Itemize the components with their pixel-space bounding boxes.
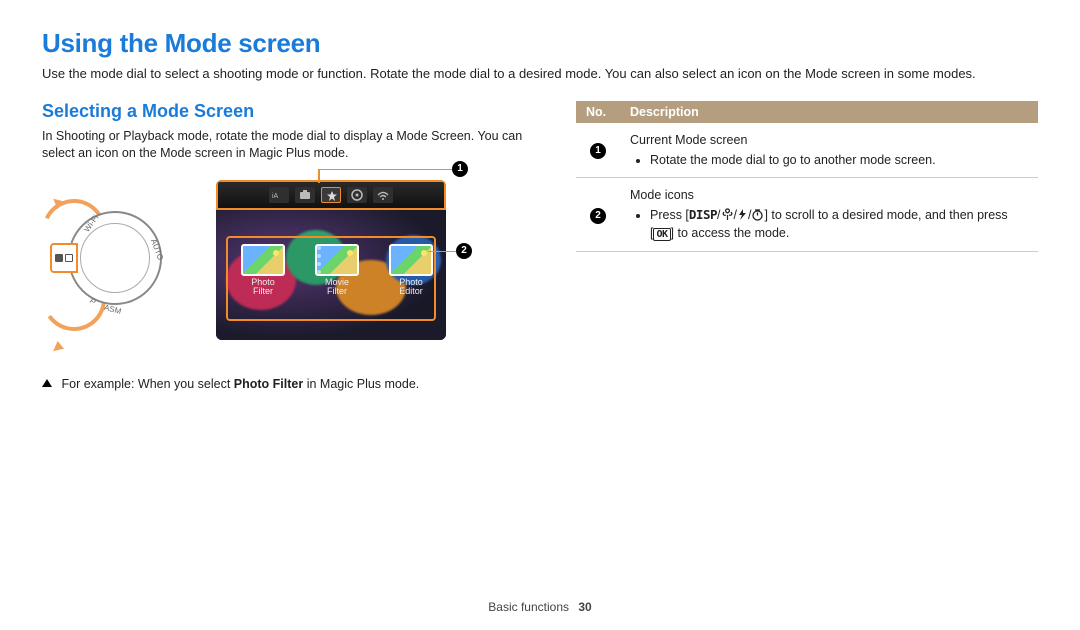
topbar-spacer-right	[399, 187, 419, 203]
mode-screen-figure: Wi-Fi AUTO ASM P iA	[50, 175, 470, 365]
footer-section-name: Basic functions	[488, 600, 569, 614]
thumb-label: MovieFilter	[310, 278, 364, 298]
row-title: Current Mode screen	[630, 133, 747, 147]
page-footer: Basic functions 30	[42, 590, 1038, 614]
intro-text: Use the mode dial to select a shooting m…	[42, 65, 1038, 83]
photo-editor-thumb-icon	[389, 244, 433, 276]
dial-inner-ring-icon	[80, 223, 150, 293]
callout-number-1: 1	[452, 161, 468, 177]
table-row: 2 Mode icons Press [DISP///] to scroll t…	[576, 177, 1038, 251]
mode-dial-illustration: Wi-Fi AUTO ASM P	[50, 205, 180, 335]
ok-button-label: OK	[653, 228, 670, 241]
left-column: Selecting a Mode Screen In Shooting or P…	[42, 101, 532, 590]
row-number-badge: 1	[590, 143, 606, 159]
leader-line-icon	[318, 169, 320, 183]
photo-filter-thumb-icon	[241, 244, 285, 276]
magic-plus-mini-icon	[65, 254, 73, 262]
caption-suffix: in Magic Plus mode.	[303, 377, 419, 391]
svg-text:iA: iA	[272, 193, 279, 200]
figure-caption: For example: When you select Photo Filte…	[42, 377, 532, 391]
page-title: Using the Mode screen	[42, 28, 1038, 59]
table-row: 1 Current Mode screen Rotate the mode di…	[576, 123, 1038, 178]
arrowhead-bottom-icon	[50, 341, 64, 355]
wifi-mode-icon	[373, 187, 393, 203]
leader-line-icon	[318, 169, 452, 171]
row-bullet: Press [DISP///] to scroll to a desired m…	[650, 206, 1028, 243]
movie-filter-thumb-icon	[315, 244, 359, 276]
table-head-no: No.	[576, 101, 620, 123]
mode-thumb-photo-filter: PhotoFilter	[236, 244, 290, 298]
right-column: No. Description 1 Current Mode screen Ro…	[576, 101, 1038, 590]
leader-line-icon	[428, 251, 456, 253]
settings-mode-icon	[347, 187, 367, 203]
caption-triangle-icon	[42, 379, 52, 387]
smart-auto-mode-icon: iA	[269, 187, 289, 203]
caption-prefix: For example: When you select	[61, 377, 233, 391]
macro-flower-icon	[721, 208, 734, 221]
camera-lcd-screenshot: iA	[216, 180, 446, 340]
flash-bolt-icon	[737, 208, 748, 221]
callout-number-2: 2	[456, 243, 472, 259]
mode-screen-body: PhotoFilter MovieFilter PhotoEditor	[216, 210, 446, 340]
table-head-description: Description	[620, 101, 1038, 123]
mode-icons-row: PhotoFilter MovieFilter PhotoEditor	[226, 236, 436, 322]
magic-plus-mode-icon	[321, 187, 341, 203]
two-column-layout: Selecting a Mode Screen In Shooting or P…	[42, 101, 1038, 590]
thumb-label: PhotoEditor	[384, 278, 438, 298]
mode-thumb-movie-filter: MovieFilter	[310, 244, 364, 298]
row-title: Mode icons	[630, 188, 694, 202]
self-timer-icon	[751, 208, 764, 221]
callout-description-table: No. Description 1 Current Mode screen Ro…	[576, 101, 1038, 252]
section-body: In Shooting or Playback mode, rotate the…	[42, 128, 532, 163]
caption-bold: Photo Filter	[234, 377, 303, 391]
disp-button-label: DISP	[689, 207, 717, 222]
row-bullet: Rotate the mode dial to go to another mo…	[650, 151, 1028, 169]
footer-page-number: 30	[578, 600, 591, 614]
row-number-badge: 2	[590, 208, 606, 224]
camera-mini-icon	[55, 254, 63, 262]
thumb-label: PhotoFilter	[236, 278, 290, 298]
mode-screen-topbar: iA	[216, 180, 446, 210]
section-title: Selecting a Mode Screen	[42, 101, 532, 122]
dial-selected-tab	[50, 243, 78, 273]
topbar-spacer	[243, 187, 263, 203]
camera-mode-icon	[295, 187, 315, 203]
